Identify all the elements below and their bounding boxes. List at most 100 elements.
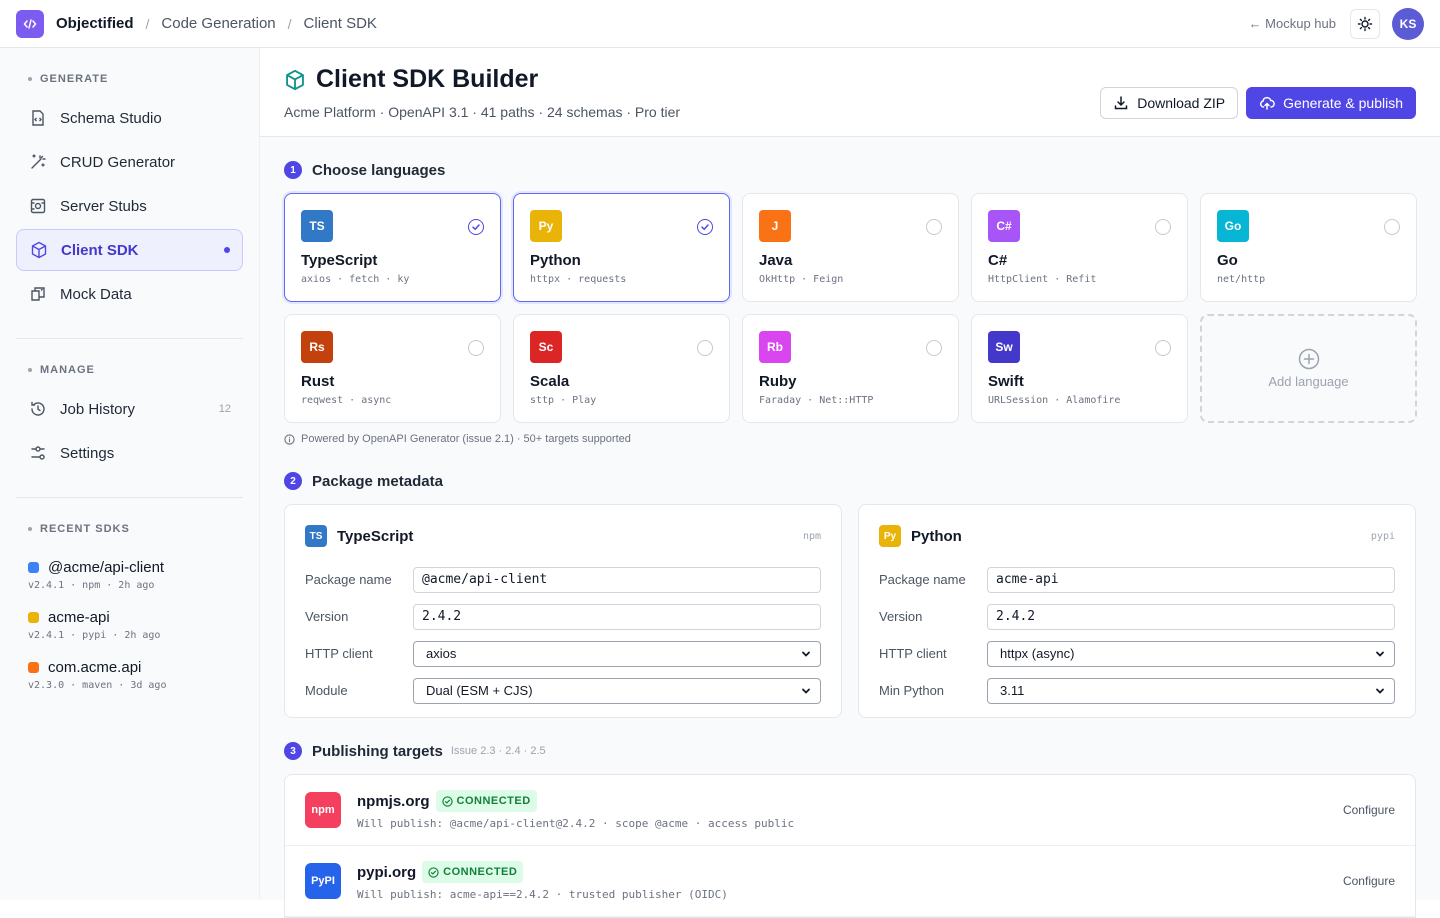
recent-sdk-item[interactable]: com.acme.api v2.3.0 · maven · 3d ago <box>16 659 243 691</box>
sidebar-item-label: Mock Data <box>60 285 132 303</box>
breadcrumb-brand[interactable]: Objectified <box>56 15 134 32</box>
radio-unchecked-icon[interactable] <box>926 219 942 235</box>
app-logo-icon[interactable] <box>16 9 44 38</box>
history-icon <box>28 399 48 419</box>
java-badge: J <box>759 210 791 242</box>
module-select[interactable]: Dual (ESM + CJS) <box>413 677 821 704</box>
language-libs: reqwest · async <box>301 395 392 406</box>
recent-sdk-meta: v2.3.0 · maven · 3d ago <box>28 680 167 691</box>
sdk-color-swatch <box>28 662 39 673</box>
python-badge: Py <box>530 210 562 242</box>
recent-sdk-item[interactable]: acme-api v2.4.1 · pypi · 2h ago <box>16 609 243 641</box>
package-icon <box>29 240 49 260</box>
radio-unchecked-icon[interactable] <box>468 340 484 356</box>
min-python-select[interactable]: 3.11 <box>987 677 1395 704</box>
radio-unchecked-icon[interactable] <box>1155 219 1171 235</box>
package-title: Python <box>911 527 962 545</box>
language-card-scala[interactable]: Sc Scala sttp · Play <box>513 314 730 423</box>
language-libs: httpx · requests <box>530 274 627 285</box>
check-circle-icon[interactable] <box>468 219 484 235</box>
sdk-color-swatch <box>28 562 39 573</box>
http-client-select[interactable]: axios <box>413 640 821 667</box>
theme-toggle-button[interactable] <box>1350 8 1380 39</box>
publish-detail: Will publish: @acme/api-client@2.4.2 · s… <box>357 817 795 830</box>
sidebar-item-schema-studio[interactable]: Schema Studio <box>16 97 243 139</box>
language-card-csharp[interactable]: C# C# HttpClient · Refit <box>971 193 1188 302</box>
field-version: Version 2.4.2 <box>305 598 821 635</box>
check-circle-icon <box>441 795 453 807</box>
section-package-metadata: 2 Package metadata <box>284 472 443 490</box>
csharp-badge: C# <box>988 210 1020 242</box>
radio-unchecked-icon[interactable] <box>1384 219 1400 235</box>
python-badge: Py <box>879 525 901 547</box>
sidebar-heading-recent-sdks: RECENT SDKS <box>16 523 243 535</box>
sidebar-item-label: Server Stubs <box>60 197 147 215</box>
package-name-input[interactable]: acme-api <box>987 566 1395 593</box>
publishing-target-list: npm npmjs.org CONNECTED Will publish: @a… <box>284 774 1416 918</box>
radio-unchecked-icon[interactable] <box>697 340 713 356</box>
radio-unchecked-icon[interactable] <box>926 340 942 356</box>
publishing-target-row: npm npmjs.org CONNECTED Will publish: @a… <box>285 775 1415 846</box>
language-name: Java <box>759 252 793 269</box>
sidebar-item-server-stubs[interactable]: Server Stubs <box>16 185 243 227</box>
chevron-down-icon <box>1376 651 1384 657</box>
sidebar-item-crud-generator[interactable]: CRUD Generator <box>16 141 243 183</box>
language-card-python[interactable]: Py Python httpx · requests <box>513 193 730 302</box>
add-language-button[interactable]: Add language <box>1200 314 1417 423</box>
download-zip-button[interactable]: Download ZIP <box>1100 87 1239 119</box>
sidebar-item-label: CRUD Generator <box>60 153 176 171</box>
recent-sdk-item[interactable]: @acme/api-client v2.4.1 · npm · 2h ago <box>16 559 243 591</box>
sidebar-divider <box>16 497 243 498</box>
recent-sdk-meta: v2.4.1 · pypi · 2h ago <box>28 630 161 641</box>
language-card-swift[interactable]: Sw Swift URLSession · Alamofire <box>971 314 1188 423</box>
breadcrumb-separator: / <box>145 15 150 32</box>
user-avatar[interactable]: KS <box>1392 7 1424 40</box>
check-circle-icon <box>428 866 439 878</box>
registry-label: npm <box>802 530 821 542</box>
package-title: TypeScript <box>337 527 414 545</box>
version-input[interactable]: 2.4.2 <box>413 603 821 630</box>
ruby-badge: Rb <box>759 331 791 363</box>
language-name: TypeScript <box>301 252 378 269</box>
generate-publish-button[interactable]: Generate & publish <box>1246 87 1416 119</box>
sidebar-item-mock-data[interactable]: Mock Data <box>16 273 243 315</box>
swift-badge: Sw <box>988 331 1020 363</box>
language-card-java[interactable]: J Java OkHttp · Feign <box>742 193 959 302</box>
http-client-select[interactable]: httpx (async) <box>987 640 1395 667</box>
breadcrumb-separator: / <box>287 15 292 32</box>
package-name-input[interactable]: @acme/api-client <box>413 566 821 593</box>
sidebar-item-job-history[interactable]: Job History 12 <box>16 388 243 430</box>
configure-link[interactable]: Configure <box>1343 803 1395 817</box>
package-metadata-grid: TS TypeScript npm Package name @acme/api… <box>284 504 1416 718</box>
issue-note: Issue 2.3 · 2.4 · 2.5 <box>450 745 546 757</box>
job-count-badge: 12 <box>218 403 231 415</box>
target-name: npmjs.org <box>357 792 430 810</box>
pypi-logo: PyPI <box>305 863 341 899</box>
sidebar-divider <box>16 338 243 339</box>
sidebar-item-settings[interactable]: Settings <box>16 432 243 474</box>
language-card-rust[interactable]: Rs Rust reqwest · async <box>284 314 501 423</box>
sun-icon <box>1357 16 1373 31</box>
language-card-ruby[interactable]: Rb Ruby Faraday · Net::HTTP <box>742 314 959 423</box>
mock-data-icon <box>28 284 48 304</box>
breadcrumb-code-generation[interactable]: Code Generation <box>161 15 275 32</box>
server-icon <box>28 196 48 216</box>
plus-circle-icon <box>1298 348 1320 370</box>
version-input[interactable]: 2.4.2 <box>987 603 1395 630</box>
recent-sdk-meta: v2.4.1 · npm · 2h ago <box>28 580 155 591</box>
language-card-typescript[interactable]: TS TypeScript axios · fetch · ky <box>284 193 501 302</box>
language-card-go[interactable]: Go Go net/http <box>1200 193 1417 302</box>
info-icon <box>284 433 295 445</box>
sidebar-heading-generate: GENERATE <box>16 73 243 85</box>
download-icon <box>1113 95 1129 111</box>
language-name: C# <box>988 252 1008 269</box>
schema-icon <box>28 108 48 128</box>
sidebar-item-client-sdk[interactable]: Client SDK <box>16 229 243 271</box>
language-grid: TS TypeScript axios · fetch · ky Py Pyth… <box>284 193 1417 423</box>
check-circle-icon[interactable] <box>697 219 713 235</box>
mockup-hub-link[interactable]: ← Mockup hub <box>1249 16 1336 31</box>
field-min-python: Min Python 3.11 <box>879 672 1395 709</box>
configure-link[interactable]: Configure <box>1343 874 1395 888</box>
radio-unchecked-icon[interactable] <box>1155 340 1171 356</box>
chevron-down-icon <box>802 651 810 657</box>
